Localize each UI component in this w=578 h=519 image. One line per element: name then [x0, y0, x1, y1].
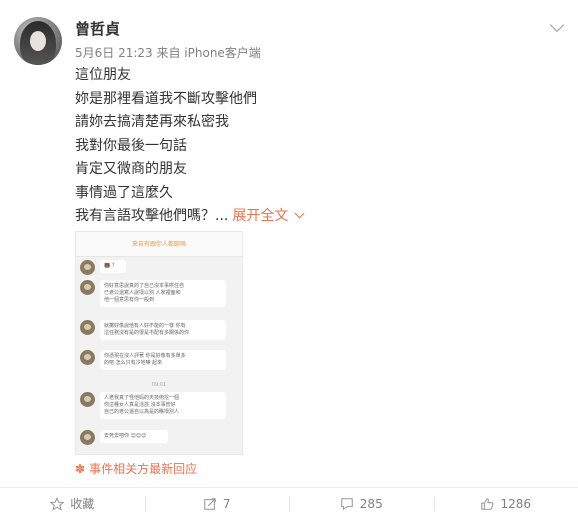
repost-count: 7: [222, 496, 231, 511]
post-line: 我有言語攻擊他們嗎？...: [75, 208, 229, 224]
post-line: 這位朋友: [75, 67, 131, 83]
action-bar: 收藏 7 285 1286: [0, 488, 578, 519]
post-line: 我對你最後一句話: [75, 137, 187, 154]
user-avatar[interactable]: [14, 17, 62, 65]
chat-header-title: 來自有跟你人都聊嗎: [131, 241, 186, 248]
weibo-post-card: 曾哲貞 5月6日 21:23 来自 iPhone客户端 這位朋友 妳是那裡看道我…: [0, 0, 578, 519]
chat-timestamp: 09:01: [151, 382, 167, 388]
post-line: 請妳去搞清楚再來私密我: [75, 114, 229, 130]
comment-count: 285: [359, 496, 383, 511]
chat-avatar: [80, 260, 95, 275]
favorite-label: 收藏: [70, 497, 95, 511]
chevron-down-icon[interactable]: [294, 208, 305, 219]
expand-full-text-link[interactable]: 展开全文: [232, 208, 288, 224]
chat-avatar: [80, 392, 95, 407]
event-update-label: 事件相关方最新回应: [89, 462, 198, 476]
chat-header: 來自有跟你人都聊嗎: [76, 232, 242, 257]
chat-avatar: [80, 350, 95, 365]
repost-button[interactable]: 7: [144, 488, 290, 519]
post-line-last: 我有言語攻擊他們嗎？... 展开全文: [75, 205, 305, 229]
like-count: 1286: [500, 496, 532, 511]
post-line: 事情過了這麼久: [75, 184, 173, 201]
share-icon: [204, 497, 216, 510]
chat-bubble: 你好意思說真的了自己沒本事哄住自 已老公還寫人說壞以別 人家裡面和 他一個意思有…: [100, 280, 226, 307]
comment-button[interactable]: 285: [289, 488, 434, 519]
chat-bubble: 人老我真了怪他妈的天技術挖一個 你這種女人真是活該 沒本事管好 自己的老公還自以…: [100, 392, 226, 419]
comment-icon: [341, 497, 353, 510]
chat-bubble: 去死去吧你 😊😊😊: [100, 430, 168, 443]
chat-bubble: 🐻 ?: [100, 260, 126, 273]
favorite-button[interactable]: 收藏: [0, 488, 145, 519]
author-name[interactable]: 曾哲貞: [75, 18, 120, 39]
chat-bubble: 你憑現在沒人評著 你是好像有多單多 的吧 怎么只有冷地嘛 起來: [100, 350, 226, 370]
chevron-down-icon[interactable]: [549, 17, 565, 33]
thumbs-up-icon: [481, 497, 494, 510]
chat-avatar: [80, 320, 95, 335]
event-update-link[interactable]: ✽ 事件相关方最新回应: [75, 460, 197, 477]
chat-bubble: 就攤好像說他有人好不能的一樣 你有 這任務沒有是的很是不配有多關係的你: [100, 320, 226, 340]
star-icon: [50, 496, 65, 511]
post-text: 這位朋友 妳是那裡看道我不斷攻擊他們 請妳去搞清楚再來私密我 我對你最後一句話 …: [75, 64, 305, 229]
post-line: 肯定又微商的朋友: [75, 161, 187, 177]
attached-chat-screenshot[interactable]: 來自有跟你人都聊嗎 🐻 ? 你好意思說真的了自己沒本事哄住自 已老公還寫人說壞以…: [75, 231, 243, 455]
flower-icon: ✽: [75, 462, 86, 476]
post-meta: 5月6日 21:23 来自 iPhone客户端: [75, 46, 261, 60]
like-button[interactable]: 1286: [433, 488, 578, 519]
chat-avatar: [80, 430, 95, 445]
post-line: 妳是那裡看道我不斷攻擊他們: [75, 90, 257, 107]
avatar-face: [30, 31, 46, 51]
chat-avatar: [80, 280, 95, 295]
